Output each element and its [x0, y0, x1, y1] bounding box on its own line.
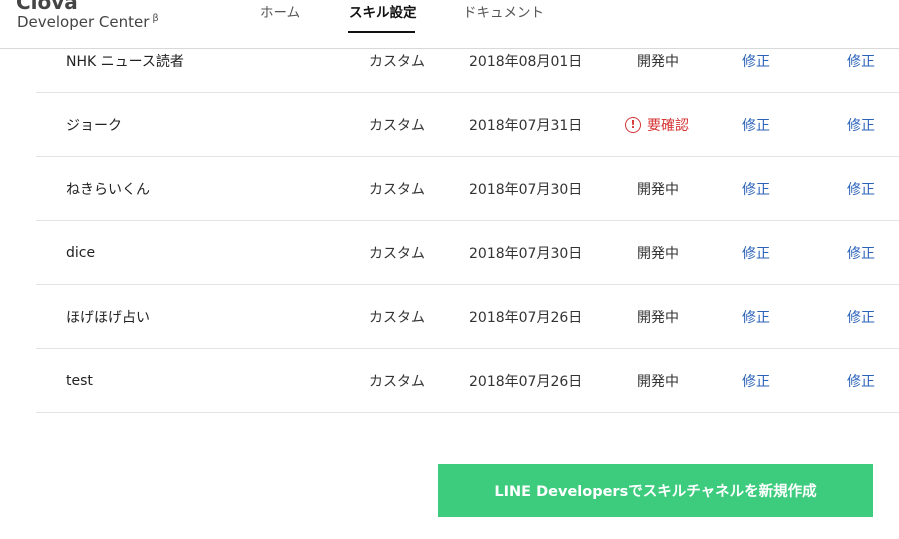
skill-type: カスタム — [369, 246, 425, 262]
edit-link[interactable]: 修正 — [742, 179, 770, 199]
edit-link[interactable]: 修正 — [742, 371, 770, 391]
skill-type: カスタム — [369, 374, 425, 390]
table-row: NHK ニュース読者 カスタム 2018年08月01日 開発中 修正 修正 — [0, 29, 899, 93]
table-row: ねきらいくん カスタム 2018年07月30日 開発中 修正 修正 — [0, 157, 899, 221]
status-text: 開発中 — [637, 246, 679, 262]
edit-link[interactable]: 修正 — [847, 51, 875, 71]
status-text: 要確認 — [647, 118, 689, 134]
alert-icon: ! — [625, 117, 641, 133]
edit-link[interactable]: 修正 — [742, 243, 770, 263]
skill-date: 2018年07月30日 — [469, 182, 583, 198]
skill-type: カスタム — [369, 54, 425, 70]
skill-table: NHK ニュース読者 カスタム 2018年08月01日 開発中 修正 修正 ジョーク カスタム… — [0, 29, 899, 413]
skill-name: ジョーク — [66, 118, 122, 134]
status-text: 開発中 — [637, 310, 679, 326]
table-row: ジョーク カスタム 2018年07月31日! 要確認 修正 修正 — [0, 93, 899, 157]
tab-skill-settings[interactable]: スキル設定 — [349, 1, 417, 21]
edit-link[interactable]: 修正 — [847, 307, 875, 327]
edit-link[interactable]: 修正 — [742, 307, 770, 327]
skill-type: カスタム — [369, 118, 425, 134]
edit-link[interactable]: 修正 — [847, 243, 875, 263]
skill-name: dice — [66, 245, 96, 261]
status-text: 開発中 — [637, 182, 679, 198]
create-skill-channel-button[interactable]: LINE Developersでスキルチャネルを新規作成 — [438, 464, 873, 517]
edit-link[interactable]: 修正 — [742, 51, 770, 71]
edit-link[interactable]: 修正 — [847, 115, 875, 135]
status-warning: ! 要確認 — [625, 115, 689, 135]
skill-name: ねきらいくん — [66, 182, 150, 198]
table-row: test カスタム 2018年07月26日 開発中 修正 修正 — [0, 349, 899, 413]
clova-logo[interactable]: Clova — [16, 0, 78, 14]
skill-date: 2018年07月26日 — [469, 374, 583, 390]
skill-date: 2018年08月01日 — [469, 54, 583, 70]
skill-name: NHK ニュース読者 — [66, 54, 184, 70]
tab-home[interactable]: ホーム — [260, 1, 300, 21]
edit-link[interactable]: 修正 — [742, 115, 770, 135]
skill-date: 2018年07月31日 — [469, 118, 583, 134]
edit-link[interactable]: 修正 — [847, 179, 875, 199]
tab-documents[interactable]: ドキュメント — [463, 1, 544, 21]
beta-mark: β — [152, 13, 159, 24]
skill-name: test — [66, 373, 93, 389]
table-row: ほげほげ占い カスタム 2018年07月26日 開発中 修正 修正 — [0, 285, 899, 349]
table-row: dice カスタム 2018年07月30日 開発中 修正 修正 — [0, 221, 899, 285]
status-text: 開発中 — [637, 374, 679, 390]
skill-type: カスタム — [369, 310, 425, 326]
skill-name: ほげほげ占い — [66, 310, 150, 326]
skill-type: カスタム — [369, 182, 425, 198]
status-text: 開発中 — [637, 54, 679, 70]
skill-date: 2018年07月30日 — [469, 246, 583, 262]
skill-date: 2018年07月26日 — [469, 310, 583, 326]
edit-link[interactable]: 修正 — [847, 371, 875, 391]
